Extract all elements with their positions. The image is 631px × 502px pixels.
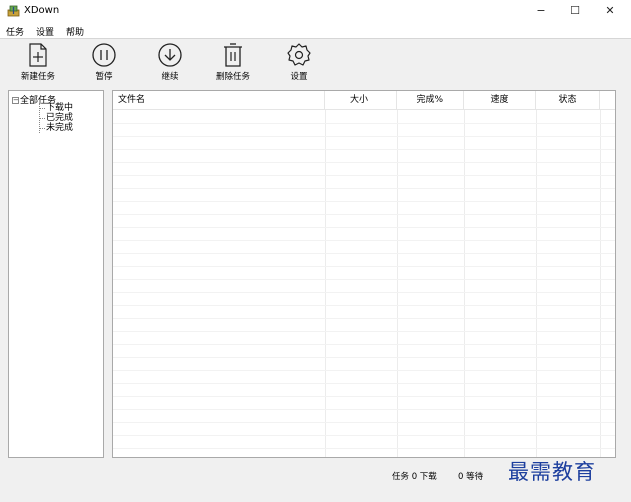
row-divider — [113, 305, 615, 306]
task-count-status: 任务 0 下载 — [392, 472, 437, 482]
list-header: 文件名 大小 完成% 速度 状态 — [113, 91, 615, 110]
row-divider — [113, 214, 615, 215]
task-list[interactable]: 文件名 大小 完成% 速度 状态 — [112, 90, 616, 458]
column-speed[interactable]: 速度 — [464, 91, 536, 110]
new-task-button[interactable]: 新建任务 — [16, 42, 60, 84]
app-icon — [7, 5, 20, 17]
delete-task-button[interactable]: 删除任务 — [210, 42, 256, 84]
row-divider — [113, 318, 615, 319]
row-divider — [113, 357, 615, 358]
row-divider — [113, 227, 615, 228]
new-task-label: 新建任务 — [20, 72, 55, 82]
column-size[interactable]: 大小 — [325, 91, 397, 110]
continue-icon — [158, 43, 182, 67]
row-divider — [113, 292, 615, 293]
row-divider — [113, 448, 615, 449]
menu-settings[interactable]: 设置 — [36, 25, 54, 38]
row-divider — [113, 396, 615, 397]
row-divider — [113, 136, 615, 137]
close-button[interactable]: ✕ — [593, 0, 627, 22]
tree-item-completed[interactable]: 已完成 — [40, 113, 73, 123]
row-divider — [113, 201, 615, 202]
row-divider — [113, 253, 615, 254]
new-task-icon — [29, 43, 47, 67]
pause-label: 暂停 — [95, 72, 113, 82]
row-divider — [113, 370, 615, 371]
column-progress[interactable]: 完成% — [397, 91, 464, 110]
toolbar: 新建任务 暂停 继续 删除任务 设置 — [0, 40, 631, 86]
row-divider — [113, 240, 615, 241]
category-tree: −全部任务 下载中 已完成 未完成 — [8, 90, 104, 458]
continue-button[interactable]: 继续 — [152, 42, 188, 84]
settings-label: 设置 — [290, 72, 308, 82]
waiting-count-status: 0 等待 — [458, 472, 484, 482]
delete-icon — [224, 43, 242, 67]
menu-help[interactable]: 帮助 — [66, 25, 84, 38]
row-divider — [113, 344, 615, 345]
settings-button[interactable]: 设置 — [281, 42, 317, 84]
minimize-button[interactable]: − — [524, 0, 558, 22]
pause-icon — [92, 43, 116, 67]
row-divider — [113, 422, 615, 423]
window-title: XDown — [24, 5, 60, 16]
row-divider — [113, 162, 615, 163]
row-divider — [113, 266, 615, 267]
column-status[interactable]: 状态 — [536, 91, 600, 110]
column-filename[interactable]: 文件名 — [113, 91, 325, 110]
gear-icon — [287, 43, 311, 66]
row-divider — [113, 279, 615, 280]
tree-item-incomplete[interactable]: 未完成 — [40, 123, 73, 133]
watermark-logo: 最需教育 — [508, 460, 596, 484]
row-divider — [113, 331, 615, 332]
row-divider — [113, 383, 615, 384]
maximize-button[interactable]: ☐ — [558, 0, 592, 22]
tree-children: 下载中 已完成 未完成 — [39, 103, 73, 133]
row-divider — [113, 409, 615, 410]
tree-item-downloading[interactable]: 下载中 — [40, 103, 73, 113]
continue-label: 继续 — [161, 72, 179, 82]
menu-bar: 任务 设置 帮助 — [0, 22, 631, 39]
delete-task-label: 删除任务 — [215, 72, 250, 82]
pause-button[interactable]: 暂停 — [86, 42, 122, 84]
row-divider — [113, 149, 615, 150]
title-bar: XDown − ☐ ✕ — [0, 0, 631, 22]
collapse-icon[interactable]: − — [12, 97, 19, 104]
row-divider — [113, 123, 615, 124]
row-divider — [113, 188, 615, 189]
menu-task[interactable]: 任务 — [6, 25, 24, 38]
row-divider — [113, 435, 615, 436]
row-divider — [113, 175, 615, 176]
